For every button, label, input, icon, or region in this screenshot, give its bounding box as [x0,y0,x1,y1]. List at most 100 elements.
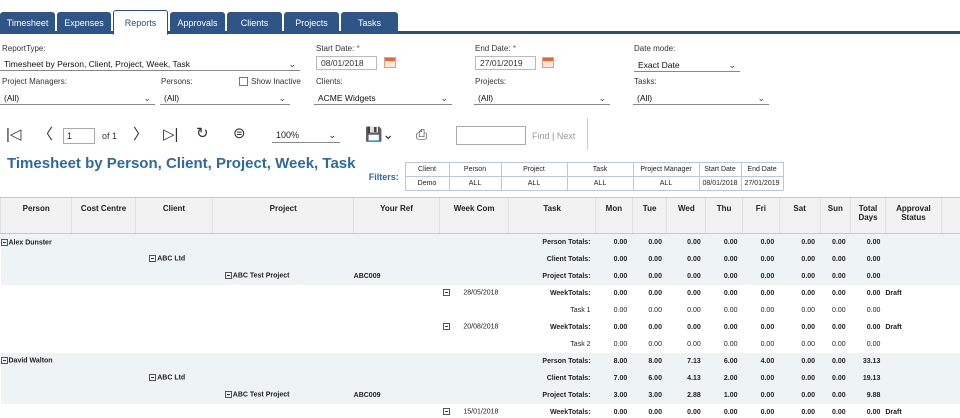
tab-expenses[interactable]: Expenses [57,12,111,34]
find-button[interactable]: Find [532,131,550,141]
prev-page-icon[interactable]: 〈 [38,126,53,144]
page-number-input[interactable]: 1 [63,128,95,144]
projects-select[interactable]: (All) ⌄ [474,91,610,105]
your-ref-cell: ABC009 [353,386,440,404]
value-cell: 0.00 [866,340,881,348]
grid-cell [942,336,960,353]
collapse-icon[interactable] [443,408,451,416]
tab-clients[interactable]: Clients [227,12,282,34]
tab-tasks[interactable]: Tasks [341,12,398,34]
collapse-icon[interactable] [224,272,232,280]
calendar-icon[interactable] [384,57,396,68]
grid-cell [941,386,960,404]
task-cell: Person Totals: [508,352,596,370]
show-inactive-checkbox[interactable] [239,77,248,86]
clients-select[interactable]: ACME Widgets ⌄ [314,91,452,105]
project-cell [213,336,354,353]
report-type-select[interactable]: Timesheet by Person, Client, Project, We… [0,57,300,71]
start-date-input[interactable]: 08/01/2018 [316,56,377,70]
cost-centre-cell [71,386,136,404]
value-cell: 2.00 [705,369,743,387]
collapse-icon[interactable] [443,289,451,297]
project-cell [213,319,354,336]
project-managers-value: (All) [4,93,20,103]
value-cell: 0.00 [801,289,816,297]
column-header: Task [508,197,596,234]
your-ref-cell [354,285,440,302]
value-cell: 6.00 [632,369,667,387]
tasks-select[interactable]: (All) ⌄ [633,91,769,105]
task-cell: Client Totals: [508,369,596,387]
tab-reports[interactable]: Reports [113,10,168,35]
end-date-input[interactable]: 27/01/2019 [475,56,536,70]
person-cell [0,267,72,285]
persons-select[interactable]: (All) ⌄ [160,91,290,105]
column-header: Sat [778,197,821,234]
approval-status-cell [885,250,942,268]
tab-projects[interactable]: Projects [284,12,339,34]
collapse-icon[interactable] [443,323,451,331]
your-ref-cell: ABC009 [353,267,440,285]
collapse-icon[interactable] [0,357,8,365]
cost-centre-cell [71,233,136,251]
cost-centre-cell [72,285,135,302]
tab-timesheet[interactable]: Timesheet [0,12,55,34]
approval-status-cell [885,233,942,251]
value-cell: 0.00 [648,306,662,314]
collapse-icon[interactable] [149,374,157,382]
first-page-icon[interactable]: |◁ [6,126,21,144]
date-mode-select[interactable]: Exact Date ⌄ [634,58,740,72]
value-cell: 0.00 [866,323,881,331]
print-icon[interactable]: ⎙ [416,125,427,143]
value-cell: 8.00 [595,352,633,370]
client-cell [135,302,213,319]
value-cell: 0.00 [832,323,846,331]
cost-centre-cell [72,404,135,418]
back-icon[interactable]: ⊜ [233,125,246,143]
calendar-icon[interactable] [542,57,554,68]
value-cell: 0.00 [666,233,706,251]
find-controls: Find | Next [532,131,575,141]
value-cell: 0.00 [832,289,846,297]
end-date-label: End Date: * [475,44,516,53]
filter-value: 27/01/2019 [740,176,784,191]
column-header: Mon [595,197,633,234]
find-next-button[interactable]: Next [557,131,576,141]
table-row: 20/08/2018 WeekTotals: 0.00 0.00 0.00 0.00 0.0… [1,319,960,336]
value-cell: 0.00 [850,267,886,285]
collapse-icon[interactable] [149,255,157,263]
task-cell: Client Totals: [508,250,596,268]
value-cell: 2.88 [666,386,706,404]
value-cell: 9.88 [850,386,886,404]
collapse-icon[interactable] [224,391,232,399]
refresh-icon[interactable]: ↻ [196,125,209,143]
value-cell: 8.00 [632,352,667,370]
value-cell: 0.00 [613,323,628,331]
value-cell: 0.00 [632,233,667,251]
tab-approvals[interactable]: Approvals [170,12,225,34]
value-cell: 0.00 [742,267,780,285]
table-row: Task 1 0.00 0.00 0.00 0.00 0.00 0.00 0.00 0.00 [1,302,960,319]
find-input[interactable] [456,126,526,145]
save-icon[interactable]: 💾⌄ [365,125,394,143]
value-cell: 0.00 [760,408,775,416]
value-cell: 0.00 [742,386,780,404]
value-cell: 0.00 [648,340,662,348]
zoom-select[interactable]: 100% ⌄ [272,127,340,143]
your-ref-cell [353,233,440,251]
filter-header: Start Date [698,162,742,177]
week-com-cell: 15/01/2018 [439,404,508,418]
grid-cell [941,352,960,370]
cost-centre-cell [72,336,135,353]
your-ref-cell [354,336,440,353]
project-managers-select[interactable]: (All) ⌄ [0,91,155,105]
next-page-icon[interactable]: 〉 [133,126,148,144]
last-page-icon[interactable]: ▷| [163,126,178,144]
filter-header: Client [404,162,450,177]
filter-value: ALL [500,176,568,191]
value-cell: 0.00 [613,306,628,314]
approval-status-cell [885,267,942,285]
value-cell: 0.00 [801,323,816,331]
task-cell: WeekTotals: [549,289,591,297]
collapse-icon[interactable] [0,238,8,246]
